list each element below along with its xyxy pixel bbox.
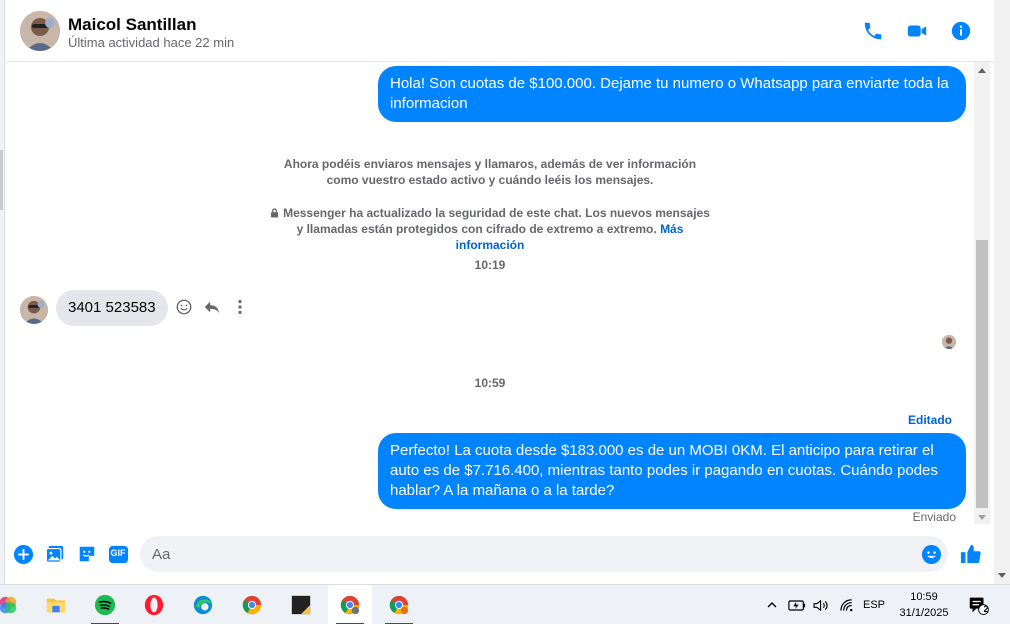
thumbs-up-icon xyxy=(960,544,981,564)
smiley-icon xyxy=(176,299,192,315)
background-window-edge xyxy=(0,0,5,584)
clock-time: 10:59 xyxy=(910,591,938,603)
wifi-icon xyxy=(839,598,852,611)
message-composer: GIF xyxy=(6,527,994,584)
info-icon xyxy=(951,21,971,41)
sticker-icon xyxy=(79,546,95,562)
network-status[interactable] xyxy=(836,585,858,624)
speaker-icon xyxy=(813,599,828,611)
edited-label[interactable]: Editado xyxy=(908,413,952,427)
plus-circle-icon xyxy=(13,544,33,564)
timestamp: 10:59 xyxy=(474,376,506,390)
video-camera-icon xyxy=(907,25,927,37)
notification-center-button[interactable]: 2 xyxy=(962,585,994,624)
emoji-button[interactable] xyxy=(920,543,942,565)
system-notice-contact: Ahora podéis enviaros mensajes y llamaro… xyxy=(283,157,697,187)
taskbar-app-sticky-notes[interactable] xyxy=(279,585,323,624)
emoji-icon xyxy=(921,544,941,564)
chat-header: Maicol Santillan Última actividad hace 2… xyxy=(6,0,994,62)
outgoing-message[interactable]: Perfecto! La cuota desde $183.000 es de … xyxy=(378,433,966,509)
opera-icon xyxy=(144,594,164,616)
chrome-icon xyxy=(389,595,409,615)
attach-media-button[interactable] xyxy=(44,543,66,565)
battery-status[interactable] xyxy=(786,585,808,624)
spotify-icon xyxy=(94,594,116,616)
scroll-down-arrow-icon[interactable] xyxy=(978,515,986,520)
taskbar-app-chrome[interactable] xyxy=(230,585,274,624)
send-like-button[interactable] xyxy=(960,543,982,565)
battery-charging-icon xyxy=(788,599,806,611)
contact-name[interactable]: Maicol Santillan xyxy=(68,15,196,35)
taskbar-app-chrome-profile-1[interactable] xyxy=(328,585,372,624)
taskbar-app-file-explorer[interactable] xyxy=(34,585,78,624)
video-call-button[interactable] xyxy=(904,18,930,44)
notification-count-badge: 2 xyxy=(983,604,989,614)
clock-date: 31/1/2025 xyxy=(899,607,949,619)
last-active-status: Última actividad hace 22 min xyxy=(68,35,235,50)
chrome-icon xyxy=(242,595,262,615)
chat-scrollbar[interactable] xyxy=(974,62,990,524)
message-list: Hola! Son cuotas de $100.000. Dejame tu … xyxy=(6,62,974,527)
encryption-text: Messenger ha actualizado la seguridad de… xyxy=(283,206,710,236)
message-actions xyxy=(174,297,250,317)
more-options-button[interactable] xyxy=(230,297,250,317)
voice-call-button[interactable] xyxy=(860,18,886,44)
volume-control[interactable] xyxy=(810,585,832,624)
folder-icon xyxy=(46,598,66,613)
taskbar-app-opera[interactable] xyxy=(132,585,176,624)
scroll-thumb[interactable] xyxy=(976,240,988,508)
react-button[interactable] xyxy=(174,297,194,317)
reply-button[interactable] xyxy=(202,297,222,317)
reply-icon xyxy=(204,301,220,314)
sent-status: Enviado xyxy=(912,510,956,524)
gif-label: GIF xyxy=(110,548,126,558)
taskbar-app-edge[interactable] xyxy=(181,585,225,624)
outgoing-message[interactable]: Hola! Son cuotas de $100.000. Dejame tu … xyxy=(378,66,966,122)
sticker-button[interactable] xyxy=(76,543,98,565)
edge-icon xyxy=(193,595,213,615)
os-taskbar: ESP 10:59 31/1/2025 2 xyxy=(0,584,1010,624)
read-receipt-avatar xyxy=(942,335,956,349)
lock-icon xyxy=(270,208,279,218)
more-vertical-icon xyxy=(238,299,242,315)
sticky-notes-icon xyxy=(291,595,311,615)
gif-button[interactable]: GIF xyxy=(107,543,129,565)
input-language-indicator[interactable]: ESP xyxy=(860,585,888,624)
taskbar-app-copilot[interactable] xyxy=(0,585,30,624)
chevron-up-icon xyxy=(767,602,777,608)
scroll-up-arrow-icon[interactable] xyxy=(978,68,986,73)
language-code: ESP xyxy=(862,599,885,611)
message-input[interactable] xyxy=(140,536,948,572)
scroll-down-arrow-icon[interactable] xyxy=(998,573,1006,578)
system-clock[interactable]: 10:59 31/1/2025 xyxy=(896,589,952,621)
contact-avatar[interactable] xyxy=(20,11,60,51)
incoming-message[interactable]: 3401 523583 xyxy=(56,290,168,326)
copilot-icon xyxy=(0,596,17,614)
taskbar-app-spotify[interactable] xyxy=(83,585,127,624)
show-hidden-icons-button[interactable] xyxy=(762,585,782,624)
page-scrollbar[interactable] xyxy=(994,0,1010,584)
sender-avatar[interactable] xyxy=(20,296,48,324)
chrome-icon xyxy=(340,595,360,615)
timestamp: 10:19 xyxy=(474,258,506,272)
taskbar-app-chrome-profile-2[interactable] xyxy=(377,585,421,624)
conversation-info-button[interactable] xyxy=(948,18,974,44)
more-actions-button[interactable] xyxy=(12,543,34,565)
system-notice-encryption: Messenger ha actualizado la seguridad de… xyxy=(270,205,710,253)
phone-icon xyxy=(864,22,882,40)
image-icon xyxy=(45,545,64,563)
